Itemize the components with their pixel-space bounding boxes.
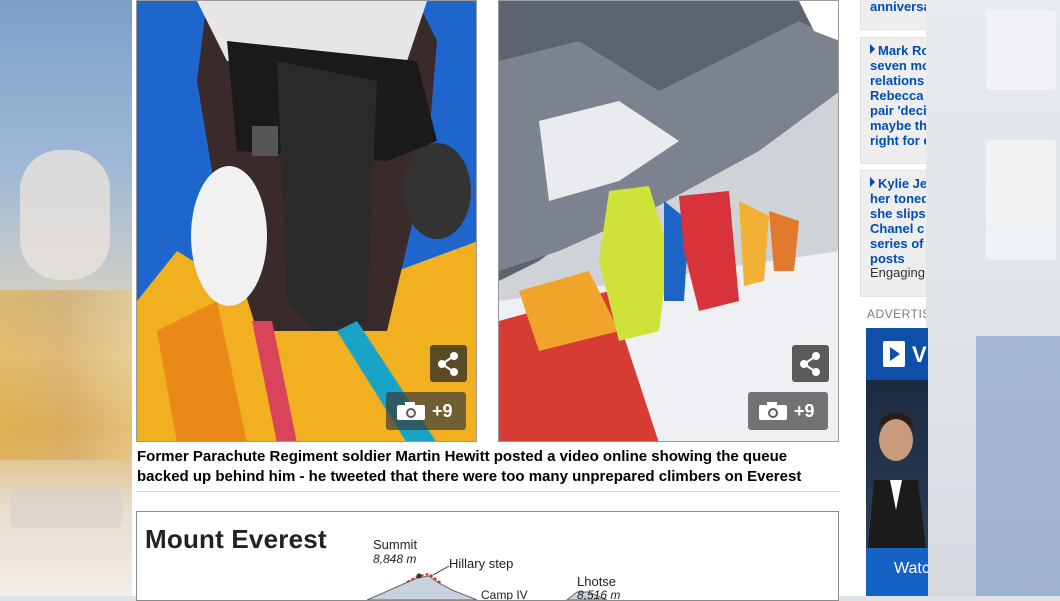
sidebar-story-box[interactable]: Kylie Je her toned she slips Chanel c se… — [860, 170, 926, 297]
article-photo-climber-mask[interactable]: +9 — [136, 0, 477, 442]
share-icon — [800, 352, 820, 376]
divider — [136, 491, 840, 492]
photo-illustration — [137, 1, 476, 441]
sidebar-story-line[interactable]: she slips — [870, 206, 926, 221]
camp-label: Camp IV — [481, 588, 528, 601]
photo-illustration — [499, 1, 838, 441]
ad-heading: V — [912, 342, 927, 367]
sidebar-story-line[interactable]: seven mo — [870, 58, 926, 73]
ad-image — [866, 380, 928, 548]
camera-icon — [397, 402, 425, 420]
background-blur — [10, 488, 122, 528]
sidebar-story-line[interactable]: right for e — [870, 133, 926, 148]
article-photo-climber-queue[interactable]: +9 — [498, 0, 839, 442]
lhotse-height-label: 8,516 m — [577, 588, 621, 601]
advertisement[interactable]: V Watc — [866, 328, 928, 596]
sidebar-story-line[interactable]: posts — [870, 251, 905, 266]
share-icon — [438, 352, 458, 376]
sidebar-story-line[interactable]: maybe th — [870, 118, 926, 133]
play-icon — [890, 347, 900, 361]
photo-count-label: +9 — [432, 401, 453, 421]
photo-count-label: +9 — [794, 401, 815, 421]
hillary-step-label: Hillary step — [449, 556, 514, 571]
summit-label: Summit — [373, 537, 418, 552]
photo-gallery-count[interactable]: +9 — [748, 392, 828, 430]
ad-watch-text: Watc — [894, 560, 928, 577]
sidebar-story-line[interactable]: series of — [870, 236, 923, 251]
camera-icon — [759, 402, 787, 420]
sidebar-story-line[interactable]: Mark Ro — [878, 43, 926, 58]
person-illustration — [868, 412, 926, 548]
lhotse-label: Lhotse — [577, 574, 617, 589]
background-blur — [0, 290, 132, 460]
sidebar-story-box[interactable]: Mark Ro seven mo relations Rebecca pair … — [860, 37, 926, 164]
arrow-right-icon — [870, 177, 875, 187]
advertisement-label: ADVERTIS — [867, 307, 926, 321]
summit-height-label: 8,848 m — [373, 552, 417, 566]
background-right — [926, 0, 1060, 596]
sidebar-story-line[interactable]: relations — [870, 73, 924, 88]
share-button[interactable] — [792, 345, 829, 382]
background-blur — [20, 150, 110, 280]
sidebar-story-box[interactable]: anniversa — [860, 0, 926, 30]
share-button[interactable] — [430, 345, 467, 382]
sidebar-story-line[interactable]: pair 'deci — [870, 103, 926, 118]
photo-caption: Former Parachute Regiment soldier Martin… — [137, 448, 802, 485]
sidebar-story-line[interactable]: Chanel c — [870, 221, 924, 236]
photo-gallery-count[interactable]: +9 — [386, 392, 466, 430]
play-button[interactable] — [883, 341, 905, 367]
sidebar-story-line[interactable]: Rebecca — [870, 88, 923, 103]
sidebar-story-line[interactable]: Kylie Je — [878, 176, 926, 191]
background-left — [0, 0, 132, 596]
sidebar-story-tag: Engaging — [870, 265, 925, 280]
sidebar-story-line[interactable]: her toned — [870, 191, 926, 206]
sidebar-story-link[interactable]: anniversa — [870, 0, 926, 14]
arrow-right-icon — [870, 44, 875, 54]
everest-infographic[interactable]: Mount Everest Summit 8,848 m Hillary ste… — [136, 511, 839, 601]
